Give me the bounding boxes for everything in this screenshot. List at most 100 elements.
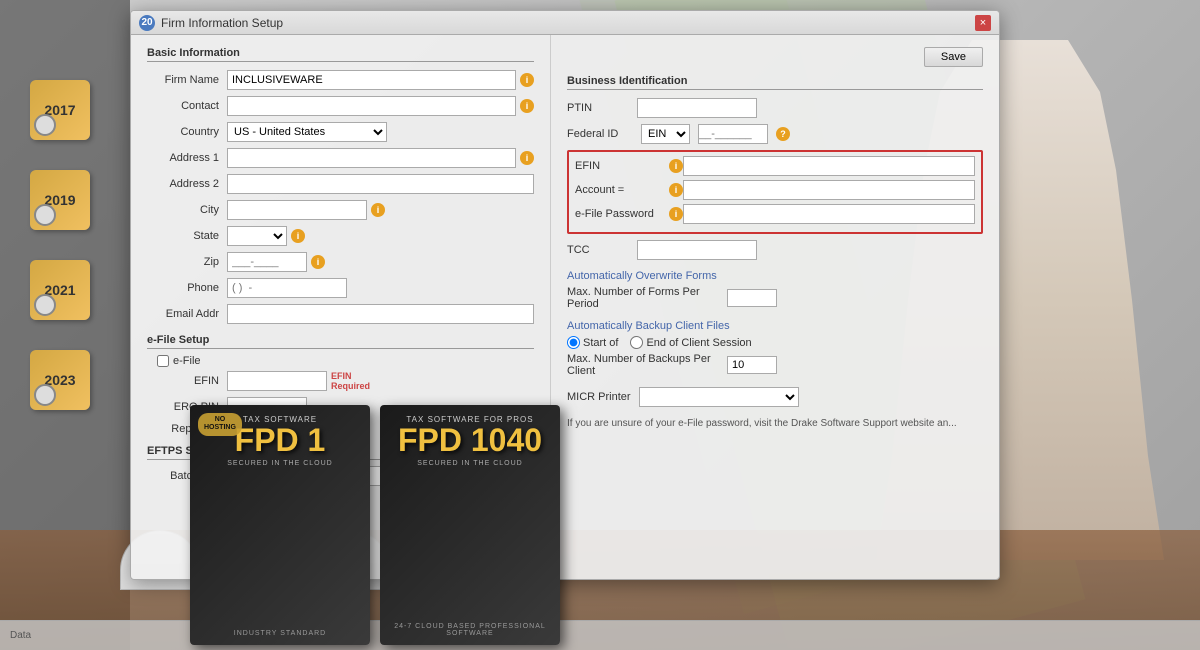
city-label: City <box>147 204 227 216</box>
firm-name-info-icon: i <box>520 73 534 87</box>
contact-label: Contact <box>147 100 227 112</box>
basic-info-header: Basic Information <box>147 47 534 62</box>
calendar-icon-2019: 2019 <box>30 170 90 230</box>
address1-row: Address 1 i <box>147 148 534 168</box>
email-input[interactable] <box>227 304 534 324</box>
save-button[interactable]: Save <box>924 47 983 67</box>
calendar-icon-2021: 2021 <box>30 260 90 320</box>
micr-select[interactable] <box>639 387 799 407</box>
account-highlighted-row: Account = i <box>575 180 975 200</box>
tcc-label: TCC <box>567 244 637 256</box>
backup-end-radio-label[interactable]: End of Client Session <box>630 336 751 349</box>
phone-row: Phone <box>147 278 534 298</box>
sw-subtitle-2: Secured in the Cloud <box>390 460 550 467</box>
efin-info-icon: i <box>669 159 683 173</box>
highlighted-fields-box: EFIN i Account = i e-File Password i <box>567 150 983 234</box>
federal-id-select[interactable]: EIN SSN <box>641 124 690 144</box>
zip-label: Zip <box>147 256 227 268</box>
sw-subtitle-1: Secured in the Cloud <box>200 460 360 467</box>
micr-label: MICR Printer <box>567 391 631 403</box>
tcc-input[interactable] <box>637 240 757 260</box>
zip-info-icon: i <box>311 255 325 269</box>
sw-series-1: Industry Standard <box>190 630 370 637</box>
efile-checkbox-row: e-File <box>157 355 534 367</box>
efin-right-label: EFIN <box>575 160 665 172</box>
efin-label-left: EFIN <box>147 375 227 387</box>
software-box-1: NoHosting Tax Software FPD 1 Secured in … <box>190 405 370 645</box>
auto-overwrite-section: Automatically Overwrite Forms Max. Numbe… <box>567 270 983 310</box>
dialog-title-area: 20 Firm Information Setup <box>139 15 283 31</box>
account-info-icon: i <box>669 183 683 197</box>
dialog-titlebar: 20 Firm Information Setup × <box>131 11 999 35</box>
contact-info-icon: i <box>520 99 534 113</box>
city-input[interactable] <box>227 200 367 220</box>
state-select[interactable]: ALAKAZ <box>227 226 287 246</box>
calendar-item-2023: 2023 <box>30 350 90 410</box>
efin-input-left[interactable] <box>227 371 327 391</box>
account-input[interactable] <box>683 180 975 200</box>
federal-id-input[interactable] <box>698 124 768 144</box>
dialog-icon: 20 <box>139 15 155 31</box>
backup-start-radio[interactable] <box>567 336 580 349</box>
software-box-2: Tax Software for Pros FPD 1040 Secured i… <box>380 405 560 645</box>
address2-input[interactable] <box>227 174 534 194</box>
firm-name-row: Firm Name i <box>147 70 534 90</box>
federal-id-info-icon: ? <box>776 127 790 141</box>
email-label: Email Addr <box>147 308 227 320</box>
right-panel: Save Business Identification PTIN Federa… <box>551 35 999 579</box>
federal-id-row: Federal ID EIN SSN ? <box>567 124 983 144</box>
efin-right-input[interactable] <box>683 156 975 176</box>
calendar-item-2019: 2019 <box>30 170 90 230</box>
zip-input[interactable] <box>227 252 307 272</box>
country-select[interactable]: US - United States Other <box>227 122 387 142</box>
calendar-list: 2017 2019 2021 2023 <box>30 80 90 410</box>
tcc-row: TCC <box>567 240 983 260</box>
backup-end-radio[interactable] <box>630 336 643 349</box>
firm-name-input[interactable] <box>227 70 516 90</box>
max-forms-input[interactable] <box>727 289 777 307</box>
contact-row: Contact i <box>147 96 534 116</box>
contact-input[interactable] <box>227 96 516 116</box>
note-text: If you are unsure of your e-File passwor… <box>567 417 983 431</box>
auto-overwrite-label: Automatically Overwrite Forms <box>567 270 983 282</box>
sw-series-2: 24-7 Cloud Based Professional Software <box>380 623 560 637</box>
phone-input[interactable] <box>227 278 347 298</box>
backup-radio-group: Start of End of Client Session <box>567 336 983 349</box>
clock-icon-2023 <box>34 384 56 406</box>
calendar-item-2017: 2017 <box>30 80 90 140</box>
max-backups-input[interactable] <box>727 356 777 374</box>
country-label: Country <box>147 126 227 138</box>
efile-setup-header: e-File Setup <box>147 334 534 349</box>
max-forms-row: Max. Number of Forms Per Period <box>567 286 983 310</box>
ptin-input[interactable] <box>637 98 757 118</box>
phone-label: Phone <box>147 282 227 294</box>
micr-row: MICR Printer <box>567 387 983 407</box>
zip-row: Zip i <box>147 252 534 272</box>
bottom-bar: Data <box>0 620 1200 650</box>
max-backups-row: Max. Number of Backups Per Client <box>567 353 983 377</box>
address1-input[interactable] <box>227 148 516 168</box>
calendar-icon-2017: 2017 <box>30 80 90 140</box>
email-row: Email Addr <box>147 304 534 324</box>
city-row: City i <box>147 200 534 220</box>
efile-checkbox[interactable] <box>157 355 169 367</box>
close-button[interactable]: × <box>975 15 991 31</box>
state-info-icon: i <box>291 229 305 243</box>
address1-label: Address 1 <box>147 152 227 164</box>
firm-name-label: Firm Name <box>147 74 227 86</box>
efin-highlighted-row: EFIN i <box>575 156 975 176</box>
auto-backup-section: Automatically Backup Client Files Start … <box>567 320 983 377</box>
backup-start-radio-label[interactable]: Start of <box>567 336 618 349</box>
federal-id-label: Federal ID <box>567 128 637 140</box>
city-info-icon: i <box>371 203 385 217</box>
account-label: Account = <box>575 184 665 196</box>
bottom-bar-label: Data <box>10 630 31 641</box>
calendar-icon-2023: 2023 <box>30 350 90 410</box>
max-forms-label: Max. Number of Forms Per Period <box>567 286 727 310</box>
address1-info-icon: i <box>520 151 534 165</box>
clock-icon-2017 <box>34 114 56 136</box>
efile-password-row: e-File Password i <box>575 204 975 224</box>
efile-password-input[interactable] <box>683 204 975 224</box>
sw-box-text-2: Tax Software for Pros FPD 1040 Secured i… <box>380 405 560 477</box>
max-backups-label: Max. Number of Backups Per Client <box>567 353 727 377</box>
